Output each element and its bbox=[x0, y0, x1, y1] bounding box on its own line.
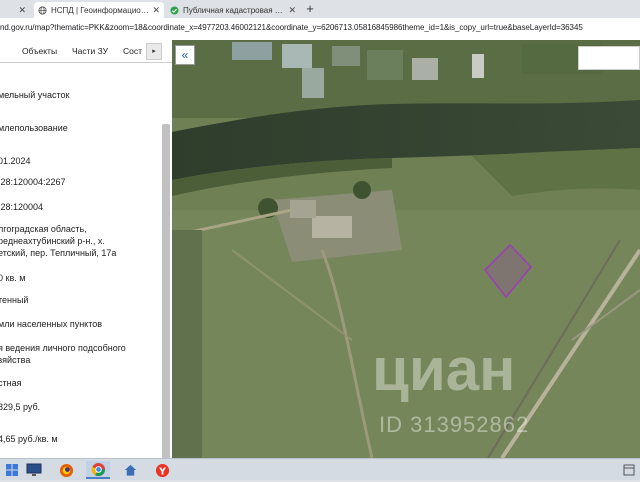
browser-tab-nspd[interactable]: НСПД | Геоинформационный п ✕ bbox=[34, 2, 164, 18]
chrome-icon[interactable] bbox=[86, 461, 110, 479]
cadastral-value: 829,5 руб. bbox=[0, 402, 41, 412]
cadastral-number: :28:120004:2267 bbox=[0, 177, 66, 187]
check-circle-icon bbox=[170, 5, 179, 15]
yandex-browser-icon[interactable]: Y bbox=[150, 461, 174, 479]
map-search-box[interactable] bbox=[578, 46, 640, 70]
registration-date: 01.2024 bbox=[0, 156, 31, 166]
os-taskbar: Y bbox=[0, 458, 640, 480]
watermark-text: циан bbox=[372, 336, 516, 403]
address: лгоградская область, реднеахтубинский р-… bbox=[0, 224, 117, 258]
browser-tab-pkk[interactable]: Публичная кадастровая карта ✕ bbox=[166, 2, 300, 18]
browser-tab-cut[interactable]: ✕ bbox=[0, 2, 30, 18]
close-icon[interactable]: ✕ bbox=[288, 5, 296, 16]
close-icon[interactable]: ✕ bbox=[152, 5, 160, 16]
ownership-form: стная bbox=[0, 378, 22, 388]
object-type: мельный участок bbox=[0, 90, 70, 100]
tab-title: Публичная кадастровая карта bbox=[183, 5, 286, 15]
watermark-id: ID 313952862 bbox=[379, 412, 530, 437]
close-icon[interactable]: ✕ bbox=[18, 5, 26, 16]
area: 0 кв. м bbox=[0, 273, 26, 283]
tab-parts[interactable]: Части ЗУ bbox=[72, 46, 108, 56]
satellite-map[interactable]: « циан ID 313952862 bbox=[172, 40, 640, 458]
tabs-next-button[interactable]: ▸ bbox=[146, 43, 162, 60]
status: тенный bbox=[0, 295, 29, 305]
svg-text:Y: Y bbox=[158, 466, 166, 477]
address-url: nd.gov.ru/map?thematic=PKK&zoom=18&coord… bbox=[0, 23, 583, 32]
tab-title: НСПД | Геоинформационный п bbox=[51, 5, 150, 15]
home-icon[interactable] bbox=[118, 461, 142, 479]
tab-composition[interactable]: Сост bbox=[123, 46, 145, 56]
object-info-panel: Объекты Части ЗУ Сост ▸ мельный участок … bbox=[0, 40, 173, 458]
start-icon[interactable] bbox=[0, 461, 24, 479]
object-kind: млепользование bbox=[0, 123, 68, 133]
collapse-panel-button[interactable]: « bbox=[175, 45, 195, 65]
desktop-icon[interactable] bbox=[22, 461, 46, 479]
permitted-use: я ведения личного подсобного зяйства bbox=[0, 343, 126, 365]
browser-tab-bar: ✕ НСПД | Геоинформационный п ✕ Публичная… bbox=[0, 0, 640, 18]
tray-icon[interactable] bbox=[622, 463, 636, 477]
tab-objects[interactable]: Объекты bbox=[22, 46, 57, 56]
panel-tabs: Объекты Части ЗУ Сост ▸ bbox=[0, 40, 172, 63]
specific-value: 4,65 руб./кв. м bbox=[0, 434, 58, 444]
address-bar[interactable]: nd.gov.ru/map?thematic=PKK&zoom=18&coord… bbox=[0, 18, 640, 41]
land-category: мли населенных пунктов bbox=[0, 319, 103, 329]
new-tab-button[interactable]: + bbox=[303, 2, 317, 16]
cadastral-quarter: :28:120004 bbox=[0, 202, 44, 212]
firefox-icon[interactable] bbox=[54, 461, 78, 479]
globe-icon bbox=[38, 5, 47, 15]
panel-scrollbar[interactable] bbox=[162, 124, 170, 458]
